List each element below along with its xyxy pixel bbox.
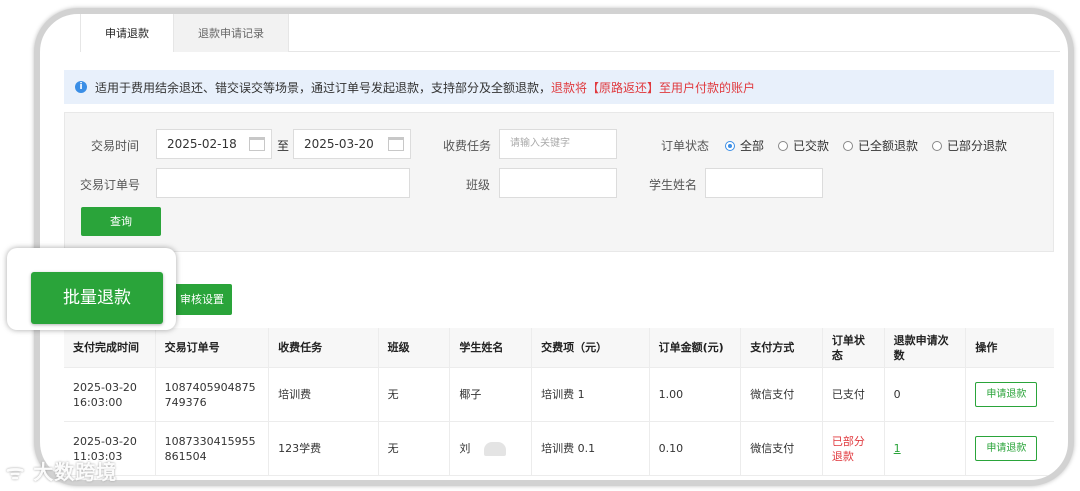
amount-cell: 0.10 xyxy=(650,422,742,475)
radio-all[interactable]: 全部 xyxy=(725,137,764,154)
pay-method-cell: 微信支付 xyxy=(741,368,823,421)
student-name-label: 学生姓名 xyxy=(649,178,698,192)
calendar-icon[interactable] xyxy=(249,137,265,151)
to-label: 至 xyxy=(277,139,290,153)
col-fee-task: 收费任务 xyxy=(269,328,379,367)
radio-dot-icon xyxy=(778,140,789,151)
radio-dot-icon xyxy=(725,140,735,151)
filter-panel: 交易时间 2025-02-18 至 2025-03-20 收费任务 请输入关键字… xyxy=(64,112,1054,252)
watermark-logo: ᯤ 大数跨境 xyxy=(6,460,118,484)
order-no-label: 交易订单号 xyxy=(80,178,141,192)
order-no-cell: 1087405904875749376 xyxy=(156,368,270,421)
col-pay-time: 支付完成时间 xyxy=(64,328,156,367)
notice-highlight: 退款将【原路返还】至用户付款的账户 xyxy=(551,80,756,95)
calendar-icon[interactable] xyxy=(388,137,404,151)
radio-paid[interactable]: 已交款 xyxy=(778,137,829,154)
order-no-cell: 1087330415955861504 xyxy=(156,422,270,475)
trade-time-label: 交易时间 xyxy=(91,139,140,153)
radio-partial-refund[interactable]: 已部分退款 xyxy=(932,137,1007,154)
student-cell: 刘 xyxy=(450,422,533,475)
notice-text: 适用于费用结余退还、错交误交等场景，通过订单号发起退款，支持部分及全额退款， xyxy=(95,80,552,95)
status-cell: 已部分退款 xyxy=(823,422,885,475)
pay-time-cell: 2025-03-20 16:03:00 xyxy=(64,368,156,421)
class-cell: 无 xyxy=(379,422,451,475)
student-cell: 椰子 xyxy=(450,368,533,421)
col-amount: 订单金额(元) xyxy=(650,328,742,367)
col-pay-method: 支付方式 xyxy=(741,328,823,367)
apply-refund-button[interactable]: 申请退款 xyxy=(975,382,1038,407)
tab-apply-refund[interactable]: 申请退款 xyxy=(80,14,174,52)
class-input[interactable] xyxy=(499,168,617,198)
col-class: 班级 xyxy=(379,328,451,367)
action-cell: 申请退款 xyxy=(966,368,1054,421)
radio-label: 已全额退款 xyxy=(858,139,919,153)
refund-count-cell: 1 xyxy=(885,422,967,475)
table-row: 2025-03-20 11:03:03 1087330415955861504 … xyxy=(64,422,1054,476)
date-from-value: 2025-02-18 xyxy=(167,137,237,151)
item-cell: 培训费 1 xyxy=(532,368,650,421)
radio-label: 已部分退款 xyxy=(947,139,1008,153)
table-header-row: 支付完成时间 交易订单号 收费任务 班级 学生姓名 交费项（元） 订单金额(元)… xyxy=(64,328,1054,368)
audit-settings-button[interactable]: 审核设置 xyxy=(172,284,232,315)
date-to-input[interactable]: 2025-03-20 xyxy=(293,129,411,159)
class-cell: 无 xyxy=(379,368,451,421)
col-item: 交费项（元） xyxy=(532,328,650,367)
tab-bar: 申请退款 退款申请记录 xyxy=(80,14,1060,52)
watermark-text: 大数跨境 xyxy=(33,460,118,484)
col-order-no: 交易订单号 xyxy=(156,328,270,367)
radio-label: 全部 xyxy=(740,139,765,153)
col-refund-count: 退款申请次数 xyxy=(885,328,967,367)
amount-cell: 1.00 xyxy=(650,368,742,421)
class-label: 班级 xyxy=(466,178,491,192)
pay-method-cell: 微信支付 xyxy=(741,422,823,475)
fee-task-input[interactable]: 请输入关键字 xyxy=(499,129,617,159)
date-from-input[interactable]: 2025-02-18 xyxy=(156,129,272,159)
table-row: 2025-03-20 16:03:00 1087405904875749376 … xyxy=(64,368,1054,422)
radio-label: 已交款 xyxy=(793,139,830,153)
col-student: 学生姓名 xyxy=(450,328,533,367)
batch-refund-callout: 批量退款 xyxy=(7,248,176,330)
refund-count-cell: 0 xyxy=(885,368,967,421)
order-status-label: 订单状态 xyxy=(661,139,710,153)
status-cell: 已支付 xyxy=(823,368,885,421)
fee-task-cell: 123学费 xyxy=(269,422,379,475)
fee-task-label: 收费任务 xyxy=(443,139,492,153)
col-action: 操作 xyxy=(975,341,998,354)
order-status-radio-group: 全部 已交款 已全额退款 已部分退款 xyxy=(725,137,1013,154)
student-name-input[interactable] xyxy=(705,168,823,198)
info-notice: i 适用于费用结余退还、错交误交等场景，通过订单号发起退款，支持部分及全额退款，… xyxy=(64,70,1054,104)
radio-full-refund[interactable]: 已全额退款 xyxy=(843,137,918,154)
info-icon: i xyxy=(75,81,87,93)
tab-refund-records[interactable]: 退款申请记录 xyxy=(174,14,289,52)
apply-refund-button[interactable]: 申请退款 xyxy=(975,436,1038,461)
radio-dot-icon xyxy=(932,140,943,151)
refund-count-link[interactable]: 1 xyxy=(894,441,901,456)
screenshot-frame: 申请退款 退款申请记录 i 适用于费用结余退还、错交误交等场景，通过订单号发起退… xyxy=(34,8,1074,486)
item-cell: 培训费 0.1 xyxy=(532,422,650,475)
query-button[interactable]: 查询 xyxy=(81,207,161,236)
col-status: 订单状态 xyxy=(823,328,885,367)
order-no-input[interactable] xyxy=(156,168,410,198)
masked-name xyxy=(484,441,507,456)
student-name-text: 刘 xyxy=(459,442,471,455)
order-table: 支付完成时间 交易订单号 收费任务 班级 学生姓名 交费项（元） 订单金额(元)… xyxy=(64,328,1054,476)
date-to-value: 2025-03-20 xyxy=(304,137,374,151)
batch-refund-button[interactable]: 批量退款 xyxy=(31,272,163,324)
radio-dot-icon xyxy=(843,140,854,151)
action-cell: 申请退款 xyxy=(966,422,1054,475)
fee-task-cell: 培训费 xyxy=(269,368,379,421)
